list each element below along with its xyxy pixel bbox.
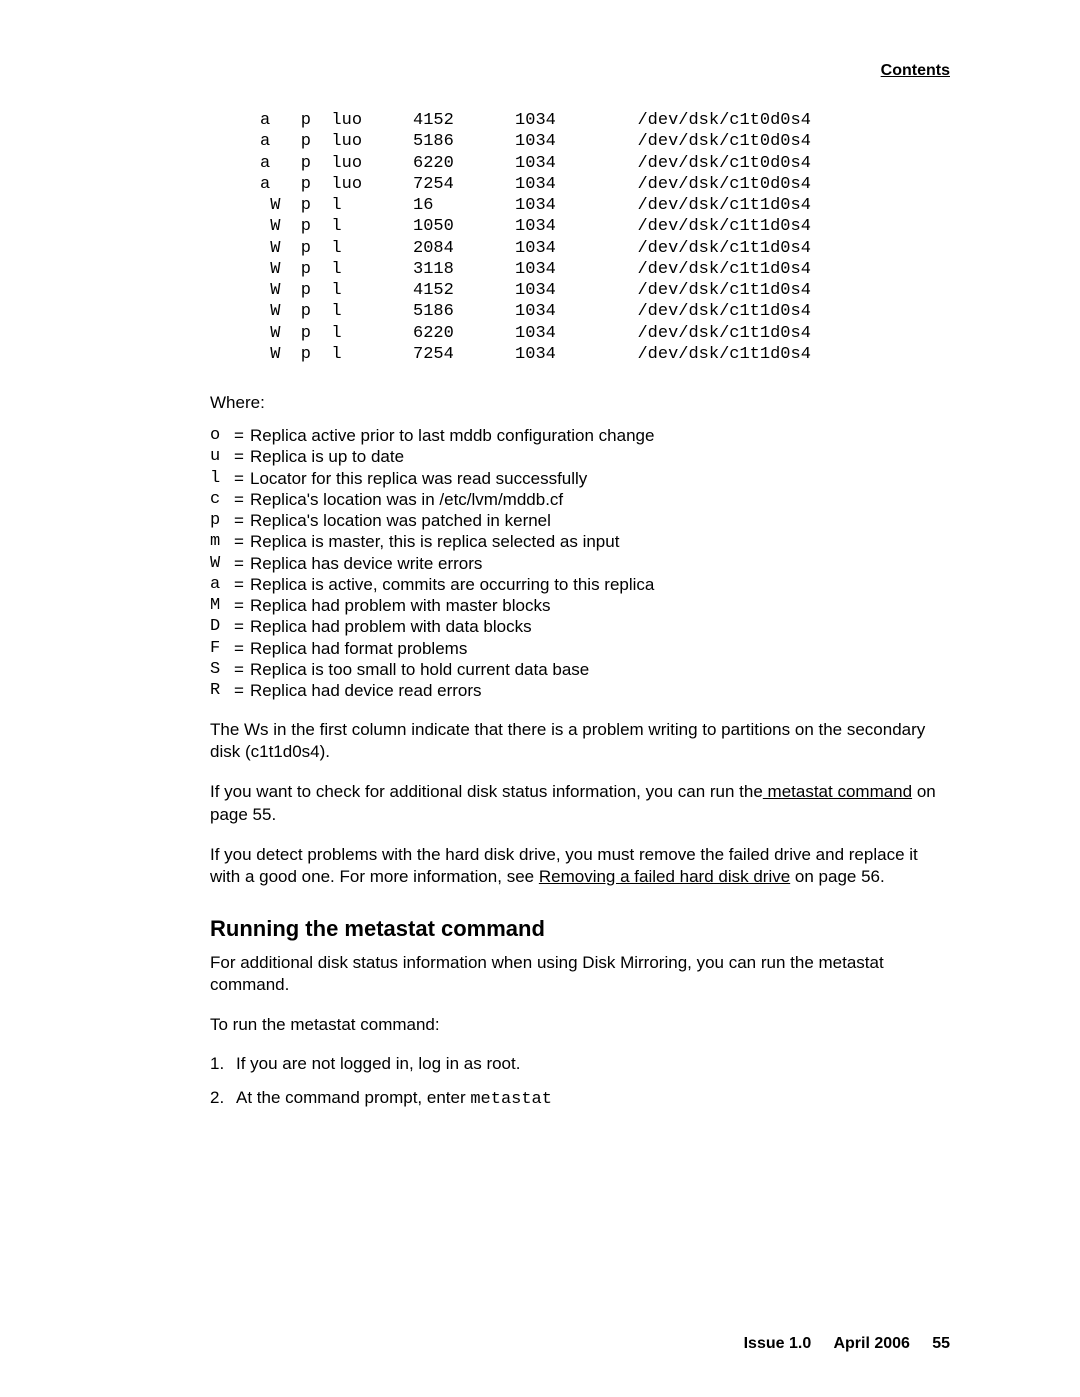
where-heading: Where:: [210, 393, 950, 413]
legend-row: p=Replica's location was patched in kern…: [210, 510, 950, 531]
step-row: 2.At the command prompt, enter metastat: [210, 1088, 950, 1109]
legend-code: c: [210, 489, 228, 510]
legend-equals: =: [228, 468, 250, 489]
legend-code: u: [210, 446, 228, 467]
legend-description: Replica active prior to last mddb config…: [250, 425, 950, 446]
legend-row: m=Replica is master, this is replica sel…: [210, 531, 950, 552]
legend-row: W=Replica has device write errors: [210, 553, 950, 574]
legend-equals: =: [228, 489, 250, 510]
legend-code: F: [210, 638, 228, 659]
legend-row: c=Replica's location was in /etc/lvm/mdd…: [210, 489, 950, 510]
text: If you want to check for additional disk…: [210, 782, 763, 801]
removing-failed-drive-link[interactable]: Removing a failed hard disk drive: [539, 867, 790, 886]
text: on page 56.: [790, 867, 885, 886]
text: At the command prompt, enter: [236, 1088, 470, 1107]
footer-page: 55: [932, 1335, 950, 1352]
step-text: If you are not logged in, log in as root…: [236, 1054, 950, 1074]
legend-row: F=Replica had format problems: [210, 638, 950, 659]
step-number: 1.: [210, 1054, 236, 1074]
legend-code: o: [210, 425, 228, 446]
footer-date: April 2006: [833, 1335, 909, 1352]
legend-code: l: [210, 468, 228, 489]
legend-description: Replica has device write errors: [250, 553, 950, 574]
legend-equals: =: [228, 659, 250, 680]
step-row: 1.If you are not logged in, log in as ro…: [210, 1054, 950, 1074]
paragraph: If you detect problems with the hard dis…: [210, 844, 950, 888]
legend-row: D=Replica had problem with data blocks: [210, 616, 950, 637]
legend-row: o=Replica active prior to last mddb conf…: [210, 425, 950, 446]
legend-description: Replica is active, commits are occurring…: [250, 574, 950, 595]
legend-list: o=Replica active prior to last mddb conf…: [210, 425, 950, 701]
legend-description: Replica had format problems: [250, 638, 950, 659]
legend-row: l=Locator for this replica was read succ…: [210, 468, 950, 489]
legend-code: a: [210, 574, 228, 595]
legend-equals: =: [228, 553, 250, 574]
legend-description: Replica had problem with master blocks: [250, 595, 950, 616]
legend-description: Replica had device read errors: [250, 680, 950, 701]
legend-equals: =: [228, 595, 250, 616]
step-text: At the command prompt, enter metastat: [236, 1088, 950, 1109]
step-number: 2.: [210, 1088, 236, 1109]
legend-description: Replica's location was in /etc/lvm/mddb.…: [250, 489, 950, 510]
legend-code: R: [210, 680, 228, 701]
legend-code: M: [210, 595, 228, 616]
legend-row: S=Replica is too small to hold current d…: [210, 659, 950, 680]
legend-code: m: [210, 531, 228, 552]
legend-equals: =: [228, 680, 250, 701]
legend-description: Replica is up to date: [250, 446, 950, 467]
legend-row: u=Replica is up to date: [210, 446, 950, 467]
legend-equals: =: [228, 510, 250, 531]
page-footer: Issue 1.0 April 2006 55: [744, 1335, 950, 1353]
legend-equals: =: [228, 531, 250, 552]
legend-description: Replica's location was patched in kernel: [250, 510, 950, 531]
legend-equals: =: [228, 574, 250, 595]
legend-equals: =: [228, 638, 250, 659]
legend-code: W: [210, 553, 228, 574]
paragraph: The Ws in the first column indicate that…: [210, 719, 950, 763]
legend-description: Replica is master, this is replica selec…: [250, 531, 950, 552]
steps-list: 1.If you are not logged in, log in as ro…: [210, 1054, 950, 1109]
legend-equals: =: [228, 446, 250, 467]
paragraph: To run the metastat command:: [210, 1014, 950, 1036]
legend-description: Replica is too small to hold current dat…: [250, 659, 950, 680]
legend-equals: =: [228, 616, 250, 637]
paragraph: If you want to check for additional disk…: [210, 781, 950, 825]
legend-equals: =: [228, 425, 250, 446]
paragraph: For additional disk status information w…: [210, 952, 950, 996]
legend-row: R=Replica had device read errors: [210, 680, 950, 701]
metastat-command-link[interactable]: metastat command: [763, 782, 912, 801]
legend-code: p: [210, 510, 228, 531]
command-code: metastat: [470, 1090, 552, 1109]
contents-link[interactable]: Contents: [881, 62, 950, 80]
legend-row: M=Replica had problem with master blocks: [210, 595, 950, 616]
section-heading: Running the metastat command: [210, 916, 950, 942]
document-page: Contents a p luo 4152 1034 /dev/dsk/c1t0…: [0, 0, 1080, 1397]
legend-row: a=Replica is active, commits are occurri…: [210, 574, 950, 595]
legend-description: Replica had problem with data blocks: [250, 616, 950, 637]
legend-description: Locator for this replica was read succes…: [250, 468, 950, 489]
legend-code: S: [210, 659, 228, 680]
footer-issue: Issue 1.0: [744, 1335, 812, 1352]
command-output-block: a p luo 4152 1034 /dev/dsk/c1t0d0s4 a p …: [260, 110, 950, 365]
legend-code: D: [210, 616, 228, 637]
